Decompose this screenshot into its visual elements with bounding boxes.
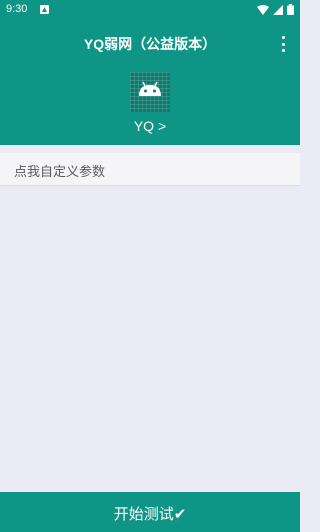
custom-params-row[interactable]: 点我自定义参数 (0, 153, 300, 186)
android-logo-icon (130, 72, 170, 112)
status-time: 9:30 (6, 3, 28, 15)
profile-link[interactable]: YQ > (0, 118, 300, 134)
signal-icon (273, 4, 283, 15)
custom-params-label: 点我自定义参数 (14, 165, 106, 180)
app-title: YQ弱网（公益版本） (83, 36, 217, 52)
app-bar: YQ弱网（公益版本） YQ > (0, 20, 300, 145)
app-notification-icon (40, 5, 49, 14)
start-test-label: 开始测试✔ (113, 505, 187, 523)
battery-icon (287, 4, 294, 15)
more-options-icon[interactable] (280, 36, 286, 52)
start-test-button[interactable]: 开始测试✔ (0, 492, 300, 532)
content-area (0, 186, 300, 464)
status-icons (257, 4, 294, 15)
status-bar: 9:30 (0, 0, 300, 20)
wifi-icon (257, 4, 269, 15)
divider (0, 145, 300, 153)
